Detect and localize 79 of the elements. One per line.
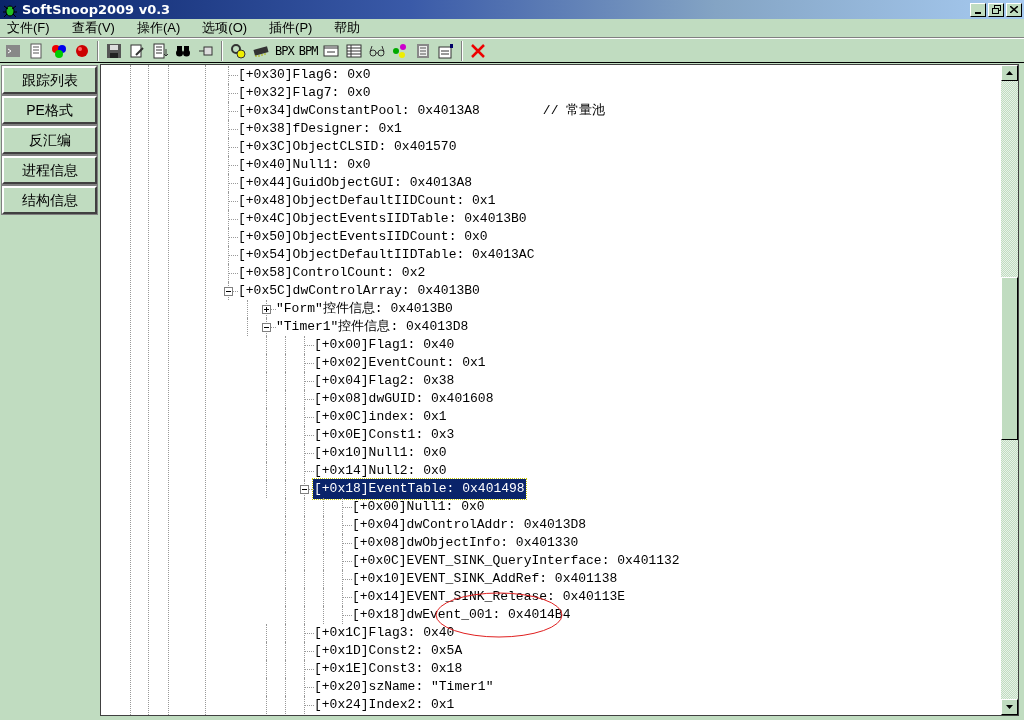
minimize-icon — [975, 11, 981, 14]
tree-item[interactable]: [+0x34]dwConstantPool: 0x4013A8 — [237, 101, 481, 121]
restore-button[interactable] — [988, 2, 1004, 17]
ball-icon — [74, 42, 90, 59]
tree-item[interactable]: [+0x1D]Const2: 0x5A — [313, 641, 464, 661]
tree-item[interactable]: "Timer1"控件信息: 0x4013D8 — [275, 317, 470, 337]
tree-item[interactable]: [+0x44]GuidObjectGUI: 0x4013A8 — [237, 173, 474, 193]
tree-item[interactable]: [+0x30]Flag6: 0x0 — [237, 65, 372, 85]
text-document-icon — [415, 42, 432, 59]
tree-item[interactable]: [+0x0C]EVENT_SINK_QueryInterface: 0x401132 — [351, 551, 681, 571]
window-title: SoftSnoop2009 v0.3 — [22, 0, 171, 19]
tree-item[interactable]: [+0x0E]Const1: 0x3 — [313, 425, 456, 445]
close-icon — [1010, 6, 1018, 13]
color-circles-icon — [51, 42, 67, 59]
tree-item[interactable]: [+0x18]EventTable: 0x401498 — [313, 479, 526, 499]
save-icon — [106, 42, 122, 59]
tree-item[interactable]: [+0x08]dwGUID: 0x401608 — [313, 389, 495, 409]
code-comment: // 常量池 — [542, 102, 606, 121]
tree-item[interactable]: [+0x54]ObjectDefaultIIDTable: 0x4013AC — [237, 245, 536, 265]
scroll-up-button[interactable] — [1001, 65, 1018, 81]
down-arrow-icon — [1006, 705, 1013, 709]
menu-item[interactable]: 帮助 — [329, 18, 366, 38]
sidebar-button[interactable]: PE格式 — [2, 96, 97, 124]
document-icon — [28, 42, 44, 59]
tree-item[interactable]: [+0x1C]Flag3: 0x40 — [313, 623, 456, 643]
toolbar-button[interactable]: BPX — [274, 40, 295, 61]
tree-item[interactable]: [+0x20]szName: "Timer1" — [313, 677, 495, 697]
scroll-down-button[interactable] — [1001, 699, 1018, 715]
x-mark-icon — [470, 42, 487, 59]
close-button[interactable] — [1006, 2, 1022, 17]
list-document-icon — [152, 42, 168, 59]
tree-item[interactable]: [+0x38]fDesigner: 0x1 — [237, 119, 403, 139]
tree-item[interactable]: [+0x04]dwControlAddr: 0x4013D8 — [351, 515, 588, 535]
tree-item[interactable]: [+0x1E]Const3: 0x18 — [313, 659, 464, 679]
menu-item[interactable]: 操作(A) — [131, 18, 186, 38]
tree-item[interactable]: [+0x4C]ObjectEventsIIDTable: 0x4013B0 — [237, 209, 528, 229]
colored-dots-icon — [392, 42, 409, 59]
tree-item[interactable]: [+0x10]EVENT_SINK_AddRef: 0x401138 — [351, 569, 619, 589]
tree-item[interactable]: [+0x24]Index2: 0x1 — [313, 695, 456, 715]
tree-item[interactable]: "Form"控件信息: 0x4013B0 — [275, 299, 454, 319]
tree-item[interactable]: [+0x00]Flag1: 0x40 — [313, 335, 456, 355]
tree-item[interactable]: [+0x00]Null1: 0x0 — [351, 497, 486, 517]
menu-item[interactable]: 插件(P) — [264, 18, 318, 38]
sidebar-button[interactable]: 跟踪列表 — [2, 66, 97, 94]
properties-icon — [438, 42, 455, 59]
edit-document-icon — [129, 42, 145, 59]
menu-item[interactable]: 文件(F) — [2, 18, 55, 38]
tree-item[interactable]: [+0x40]Null1: 0x0 — [237, 155, 372, 175]
gears-icon — [230, 42, 246, 59]
sidebar-button[interactable]: 结构信息 — [2, 186, 97, 214]
tree-item[interactable]: [+0x08]dwObjectInfo: 0x401330 — [351, 533, 580, 553]
tree-item[interactable]: [+0x10]Null1: 0x0 — [313, 443, 448, 463]
minimize-button[interactable] — [970, 2, 986, 17]
scrollbar[interactable] — [1001, 65, 1018, 715]
menu-item[interactable]: 查看(V) — [66, 18, 120, 38]
tree-item[interactable]: [+0x14]Null2: 0x0 — [313, 461, 448, 481]
tree-item[interactable]: [+0x32]Flag7: 0x0 — [237, 83, 372, 103]
minus-box-icon[interactable] — [262, 322, 271, 332]
tree-item[interactable]: [+0x04]Flag2: 0x38 — [313, 371, 456, 391]
tree-item[interactable]: [+0x02]EventCount: 0x1 — [313, 353, 487, 373]
tree-item[interactable]: [+0x58]ControlCount: 0x2 — [237, 263, 427, 283]
toolbar-button[interactable]: BPM — [297, 40, 319, 61]
tree-item[interactable]: [+0x50]ObjectEventsIIDCount: 0x0 — [237, 227, 489, 247]
up-arrow-icon — [1006, 71, 1013, 75]
tree-item[interactable]: [+0x3C]ObjectCLSID: 0x401570 — [237, 137, 458, 157]
minus-box-icon[interactable] — [300, 484, 309, 494]
plus-box-icon[interactable] — [262, 304, 271, 314]
tree-item[interactable]: [+0x5C]dwControlArray: 0x4013B0 — [237, 281, 481, 301]
terminal-icon — [5, 42, 21, 59]
menu-item[interactable]: 选项(O) — [197, 18, 253, 38]
tree-item[interactable]: [+0x0C]index: 0x1 — [313, 407, 448, 427]
sidebar-button[interactable]: 反汇编 — [2, 126, 97, 154]
tree-item[interactable]: [+0x48]ObjectDefaultIIDCount: 0x1 — [237, 191, 497, 211]
minus-box-icon[interactable] — [224, 286, 233, 296]
sidebar-button[interactable]: 进程信息 — [2, 156, 97, 184]
scroll-thumb[interactable] — [1001, 277, 1018, 440]
restore-icon — [991, 5, 1001, 14]
table-icon — [346, 42, 363, 59]
window-icon — [323, 42, 340, 59]
